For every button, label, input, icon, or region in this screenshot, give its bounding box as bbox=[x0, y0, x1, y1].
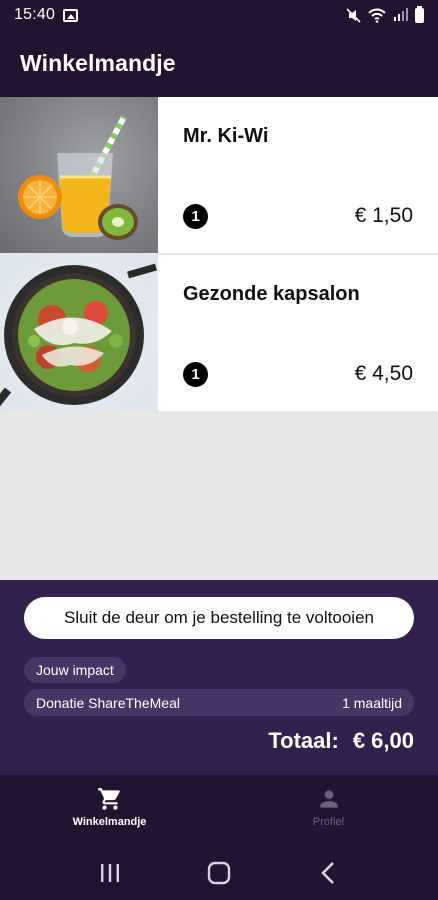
gallery-icon bbox=[63, 8, 79, 22]
cart-icon bbox=[97, 788, 120, 810]
quantity-badge: 1 bbox=[183, 362, 208, 387]
checkout-panel: Sluit de deur om je bestelling te voltoo… bbox=[0, 580, 438, 775]
status-time: 15:40 bbox=[14, 6, 56, 23]
nav-label-profile: Profiel bbox=[312, 816, 345, 828]
item-name: Gezonde kapsalon bbox=[183, 283, 360, 305]
total-value: € 6,00 bbox=[352, 728, 414, 753]
back-icon bbox=[321, 861, 335, 884]
recent-apps-button[interactable] bbox=[90, 858, 130, 888]
item-price: € 4,50 bbox=[354, 362, 413, 385]
bottom-nav: Winkelmandje Profiel bbox=[0, 775, 438, 845]
item-name: Mr. Ki-Wi bbox=[183, 125, 269, 147]
quantity-badge: 1 bbox=[183, 204, 208, 229]
salad-pan-photo bbox=[0, 255, 158, 411]
page-title: Winkelmandje bbox=[20, 50, 176, 76]
total-row: Totaal: € 6,00 bbox=[24, 728, 414, 754]
nav-item-profile[interactable]: Profiel bbox=[219, 775, 438, 845]
total-label: Totaal: bbox=[268, 728, 339, 753]
system-nav bbox=[0, 845, 438, 900]
donation-value: 1 maaltijd bbox=[342, 694, 402, 711]
juice-photo bbox=[0, 97, 158, 253]
battery-icon bbox=[415, 5, 424, 23]
item-price: € 1,50 bbox=[354, 204, 413, 227]
recent-apps-icon bbox=[100, 863, 119, 882]
mute-icon bbox=[346, 7, 361, 23]
cart-item[interactable]: Gezonde kapsalon 1 € 4,50 bbox=[0, 255, 438, 413]
donation-row: Donatie ShareTheMeal 1 maaltijd bbox=[24, 689, 414, 716]
close-door-button[interactable]: Sluit de deur om je bestelling te voltoo… bbox=[24, 597, 414, 639]
wifi-icon bbox=[368, 8, 386, 23]
cart-item[interactable]: Mr. Ki-Wi 1 € 1,50 bbox=[0, 97, 438, 255]
back-button[interactable] bbox=[308, 858, 348, 888]
impact-chip[interactable]: Jouw impact bbox=[24, 657, 126, 683]
status-bar: 15:40 bbox=[0, 0, 438, 30]
donation-label: Donatie ShareTheMeal bbox=[36, 694, 180, 711]
status-icons bbox=[346, 5, 424, 23]
app-bar: Winkelmandje bbox=[0, 30, 438, 97]
item-details: Gezonde kapsalon 1 € 4,50 bbox=[158, 255, 438, 411]
cart-list: Mr. Ki-Wi 1 € 1,50 Gezonde kapsalon 1 € … bbox=[0, 97, 438, 413]
person-icon bbox=[319, 790, 338, 808]
signal-icon bbox=[394, 8, 408, 21]
home-button[interactable] bbox=[199, 858, 239, 888]
nav-label-cart: Winkelmandje bbox=[72, 816, 147, 828]
home-icon bbox=[207, 861, 231, 884]
item-details: Mr. Ki-Wi 1 € 1,50 bbox=[158, 97, 438, 253]
nav-item-cart[interactable]: Winkelmandje bbox=[0, 775, 219, 845]
